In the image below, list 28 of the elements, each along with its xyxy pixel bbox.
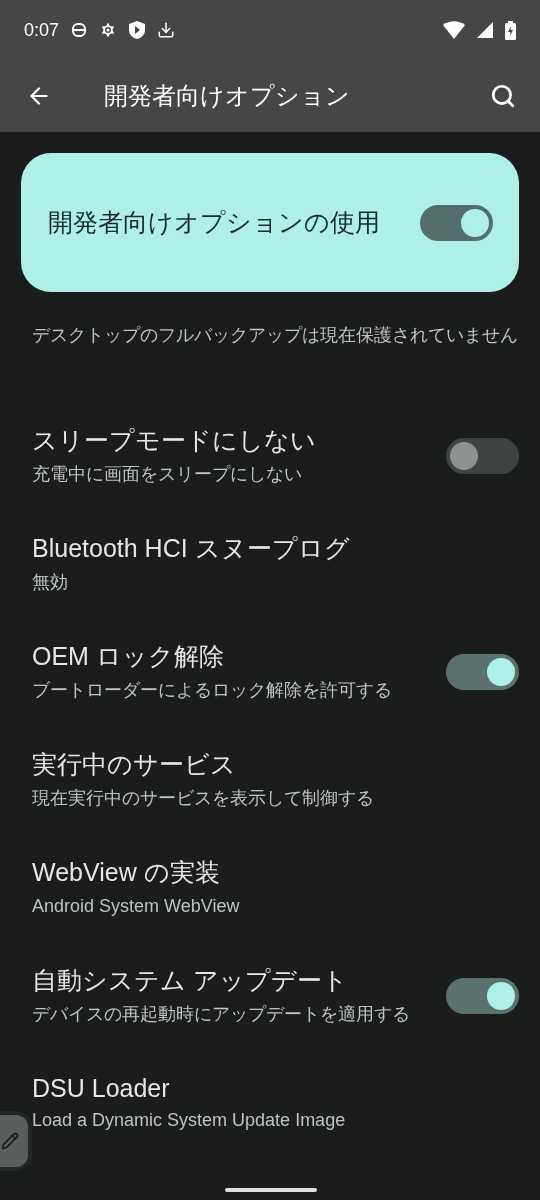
clock-time: 0:07 [24,19,60,41]
setting-title[interactable]: 実行中のサービス [32,748,519,781]
main-switch-label: 開発者向けオプションの使用 [48,206,381,239]
page-title: 開発者向けオプション [104,81,351,112]
toggle-switch[interactable] [420,204,493,241]
setting-subtitle: 充電中に画面をスリープにしない [32,463,303,486]
setting-title[interactable]: スリープモードにしない [32,424,430,457]
pencil-icon [1,1132,19,1150]
wifi-icon [443,21,465,39]
shield-play-icon [129,21,146,39]
setting-title[interactable]: DSU Loader [32,1074,519,1103]
toggle-switch[interactable] [446,654,519,690]
toggle-switch[interactable] [446,438,519,474]
download-icon [157,21,176,39]
setting-subtitle: ブートローダーによるロック解除を許可する [32,679,393,702]
setting-subtitle: 現在実行中のサービスを表示して制御する [32,787,375,810]
signal-icon [477,22,493,38]
setting-subtitle: 無効 [32,571,69,594]
setting-title[interactable]: 自動システム アップデート [32,964,430,997]
setting-title[interactable]: WebView の実装 [32,856,519,889]
setting-subtitle: デスクトップのフルバックアップは現在保護されていません [32,324,519,347]
setting-title[interactable]: Bluetooth HCI スヌープログ [32,532,519,565]
battery-charging-icon [505,20,516,40]
setting-title[interactable]: OEM ロック解除 [32,640,430,673]
setting-subtitle: Load a Dynamic System Update Image [32,1109,347,1132]
setting-subtitle: Android System WebView [32,895,241,918]
toggle-switch[interactable] [446,978,519,1014]
setting-subtitle: デバイスの再起動時にアップデートを適用する [32,1003,411,1026]
